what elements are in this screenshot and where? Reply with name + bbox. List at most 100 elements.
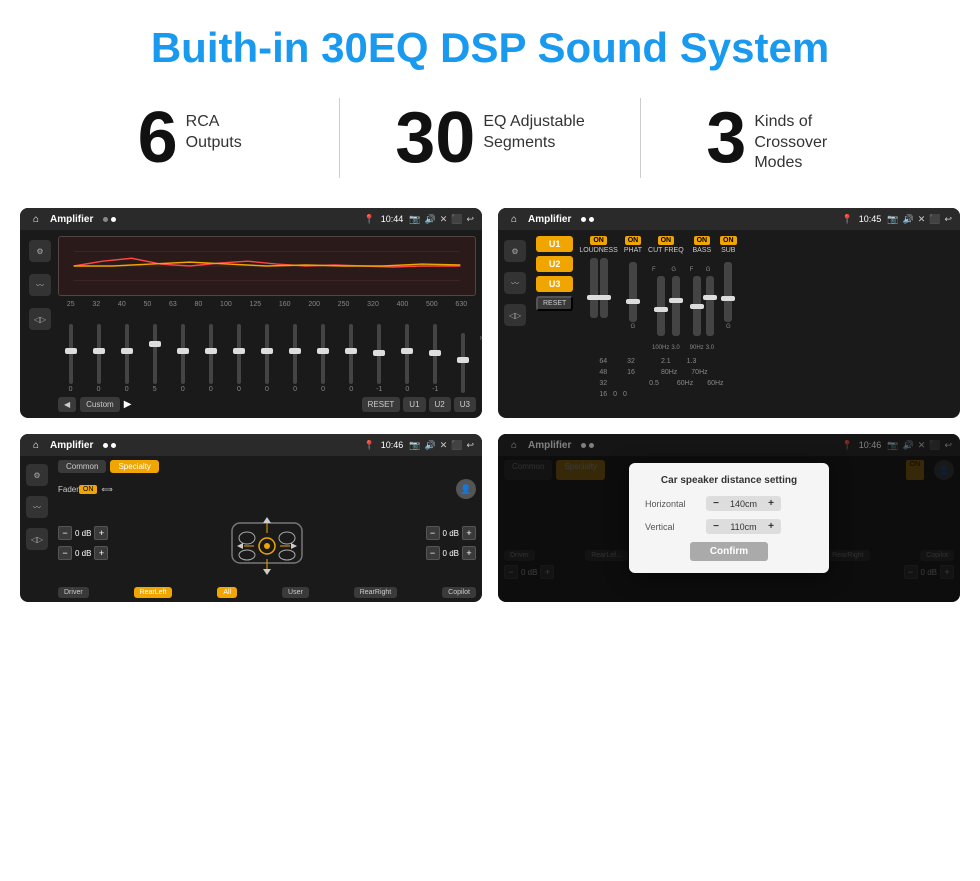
u3-btn[interactable]: U3 xyxy=(454,397,476,412)
slider-track-7[interactable] xyxy=(237,324,241,384)
u1-btn[interactable]: U1 xyxy=(403,397,425,412)
slider-thumb-14[interactable] xyxy=(429,350,441,356)
slider-thumb-11[interactable] xyxy=(345,348,357,354)
slider-track-14[interactable] xyxy=(433,324,437,384)
u2-btn[interactable]: U2 xyxy=(429,397,451,412)
cutfreq-thumb2[interactable] xyxy=(669,298,683,303)
slider-track-8[interactable] xyxy=(265,324,269,384)
cutfreq-slider2[interactable] xyxy=(672,276,680,336)
phat-thumb[interactable] xyxy=(626,299,640,304)
slider-thumb-15[interactable] xyxy=(457,357,469,363)
db-plus-1[interactable]: + xyxy=(94,526,108,540)
rearleft-btn[interactable]: RearLeft xyxy=(134,587,173,598)
slider-thumb-13[interactable] xyxy=(401,348,413,354)
fader-sidebar-btn2[interactable]: 〰 xyxy=(26,496,48,518)
all-btn[interactable]: All xyxy=(217,587,237,598)
slider-track-11[interactable] xyxy=(349,324,353,384)
slider-track-12[interactable] xyxy=(377,324,381,384)
cutfreq-on[interactable]: ON xyxy=(658,236,675,245)
loudness-slider1[interactable] xyxy=(590,258,598,318)
tab-common[interactable]: Common xyxy=(58,460,106,473)
eq-sidebar-btn1[interactable]: ⚙ xyxy=(29,240,51,262)
slider-thumb-3[interactable] xyxy=(121,348,133,354)
bass-g: G xyxy=(706,267,711,273)
bass-on[interactable]: ON xyxy=(694,236,711,245)
u1-crossover-btn[interactable]: U1 xyxy=(536,236,573,252)
slider-track-15[interactable] xyxy=(461,333,465,393)
bass-slider2[interactable] xyxy=(706,276,714,336)
bass-thumb2[interactable] xyxy=(703,295,717,300)
slider-thumb-7[interactable] xyxy=(233,348,245,354)
slider-thumb-2[interactable] xyxy=(93,348,105,354)
slider-track-6[interactable] xyxy=(209,324,213,384)
slider-thumb-4[interactable] xyxy=(149,341,161,347)
driver-btn[interactable]: Driver xyxy=(58,587,89,598)
db-minus-1[interactable]: − xyxy=(58,526,72,540)
fader-main: Common Specialty Fader ON ⟺ 👤 − xyxy=(58,460,476,598)
slider-track-10[interactable] xyxy=(321,324,325,384)
tab-specialty[interactable]: Specialty xyxy=(110,460,158,473)
prev-btn[interactable]: ◀ xyxy=(58,397,76,412)
profile-icon[interactable]: 👤 xyxy=(456,479,476,499)
slider-track-1[interactable] xyxy=(69,324,73,384)
slider-thumb-10[interactable] xyxy=(317,348,329,354)
loudness-thumb2[interactable] xyxy=(597,295,611,300)
rearright-btn[interactable]: RearRight xyxy=(354,587,398,598)
db-minus-2[interactable]: − xyxy=(58,546,72,560)
copilot-btn[interactable]: Copilot xyxy=(442,587,476,598)
slider-track-2[interactable] xyxy=(97,324,101,384)
horizontal-minus[interactable]: − xyxy=(710,498,722,509)
dot-3a xyxy=(103,443,108,448)
db-plus-3[interactable]: + xyxy=(462,526,476,540)
sub-on[interactable]: ON xyxy=(720,236,737,245)
slider-thumb-1[interactable] xyxy=(65,348,77,354)
volume-icon: 🔊 xyxy=(424,214,435,225)
db-minus-3[interactable]: − xyxy=(426,526,440,540)
xo-sidebar-btn1[interactable]: ⚙ xyxy=(504,240,526,262)
eq-sidebar-btn3[interactable]: ◁▷ xyxy=(29,308,51,330)
reset-crossover-btn[interactable]: RESET xyxy=(536,296,573,311)
slider-thumb-12[interactable] xyxy=(373,350,385,356)
phat-slider[interactable] xyxy=(629,262,637,322)
vertical-minus[interactable]: − xyxy=(710,521,722,532)
bass-slider1[interactable] xyxy=(693,276,701,336)
xo-sidebar-btn2[interactable]: 〰 xyxy=(504,272,526,294)
bass-thumb1[interactable] xyxy=(690,304,704,309)
u3-crossover-btn[interactable]: U3 xyxy=(536,276,573,292)
reset-btn[interactable]: RESET xyxy=(362,397,401,412)
xo-sidebar-btn3[interactable]: ◁▷ xyxy=(504,304,526,326)
home-icon-2: ⌂ xyxy=(506,211,522,227)
stat-rca: 6 RCAOutputs xyxy=(60,102,319,174)
loudness-on[interactable]: ON xyxy=(590,236,607,245)
slider-col-1: 0 xyxy=(58,324,83,393)
sub-slider[interactable] xyxy=(724,262,732,322)
loudness-slider2[interactable] xyxy=(600,258,608,318)
fader-sidebar-btn1[interactable]: ⚙ xyxy=(26,464,48,486)
cutfreq-slider1[interactable] xyxy=(657,276,665,336)
slider-thumb-8[interactable] xyxy=(261,348,273,354)
play-btn[interactable]: ▶ xyxy=(124,399,132,410)
phat-on[interactable]: ON xyxy=(625,236,642,245)
db-minus-4[interactable]: − xyxy=(426,546,440,560)
slider-track-5[interactable] xyxy=(181,324,185,384)
slider-track-3[interactable] xyxy=(125,324,129,384)
slider-thumb-9[interactable] xyxy=(289,348,301,354)
vertical-plus[interactable]: + xyxy=(765,521,777,532)
eq-sidebar-btn2[interactable]: 〰 xyxy=(29,274,51,296)
u2-crossover-btn[interactable]: U2 xyxy=(536,256,573,272)
user-btn[interactable]: User xyxy=(282,587,309,598)
cutfreq-thumb1[interactable] xyxy=(654,307,668,312)
slider-thumb-6[interactable] xyxy=(205,348,217,354)
db-plus-2[interactable]: + xyxy=(94,546,108,560)
sub-thumb[interactable] xyxy=(721,296,735,301)
slider-track-4[interactable] xyxy=(153,324,157,384)
cutfreq-ctrl: ON CUT FREQ F 100Hz xyxy=(648,236,684,354)
confirm-button[interactable]: Confirm xyxy=(690,542,768,561)
slider-thumb-5[interactable] xyxy=(177,348,189,354)
slider-track-9[interactable] xyxy=(293,324,297,384)
horizontal-plus[interactable]: + xyxy=(765,498,777,509)
fader-sidebar-btn3[interactable]: ◁▷ xyxy=(26,528,48,550)
db-plus-4[interactable]: + xyxy=(462,546,476,560)
fader-on-btn[interactable]: ON xyxy=(79,485,98,494)
slider-track-13[interactable] xyxy=(405,324,409,384)
